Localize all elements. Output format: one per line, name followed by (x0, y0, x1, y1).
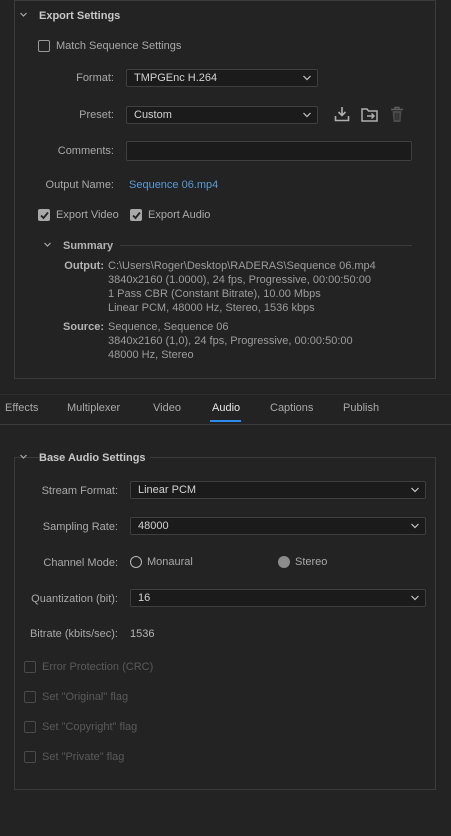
sampling-rate-label: Sampling Rate: (42, 521, 118, 533)
error-protection-label: Error Protection (CRC) (42, 661, 154, 673)
import-preset-icon[interactable] (361, 106, 379, 122)
summary-output-line: Linear PCM, 48000 Hz, Stereo, 1536 kbps (108, 302, 315, 314)
copyright-flag-label: Set "Copyright" flag (42, 721, 138, 733)
sampling-rate-select[interactable]: 48000 (130, 517, 426, 535)
base-audio-settings-title: Base Audio Settings (39, 452, 150, 464)
export-video-checkbox[interactable] (38, 209, 50, 221)
summary-output-key: Output: (64, 260, 104, 272)
base-audio-settings-panel (14, 457, 436, 790)
private-flag-label: Set "Private" flag (42, 751, 125, 763)
copyright-flag-checkbox[interactable] (24, 721, 36, 733)
summary-source-line: 3840x2160 (1,0), 24 fps, Progressive, 00… (108, 335, 353, 347)
match-sequence-checkbox[interactable] (38, 40, 50, 52)
chevron-down-icon (303, 112, 311, 118)
summary-source-line: 48000 Hz, Stereo (108, 349, 194, 361)
summary-divider (120, 245, 412, 246)
summary-output-line: C:\Users\Roger\Desktop\RADERAS\Sequence … (108, 260, 376, 272)
chevron-down-icon (411, 487, 419, 493)
summary-output-line: 1 Pass CBR (Constant Bitrate), 10.00 Mbp… (108, 288, 321, 300)
format-select[interactable]: TMPGEnc H.264 (126, 69, 318, 87)
tab-effects[interactable]: Effects (5, 402, 38, 414)
original-flag-checkbox[interactable] (24, 691, 36, 703)
chevron-down-icon (411, 523, 419, 529)
chevron-down-icon[interactable] (20, 453, 27, 460)
private-flag-checkbox[interactable] (24, 751, 36, 763)
match-sequence-label: Match Sequence Settings (56, 40, 182, 52)
comments-input[interactable] (126, 141, 412, 161)
export-settings-title: Export Settings (39, 10, 121, 22)
tab-multiplexer[interactable]: Multiplexer (67, 402, 120, 414)
quantization-select[interactable]: 16 (130, 589, 426, 607)
error-protection-checkbox[interactable] (24, 661, 36, 673)
summary-title: Summary (63, 240, 114, 252)
active-tab-underline (210, 420, 241, 422)
chevron-down-icon[interactable] (44, 241, 51, 248)
quantization-value: 16 (138, 592, 151, 604)
chevron-down-icon (411, 595, 419, 601)
stream-format-select[interactable]: Linear PCM (130, 481, 426, 499)
bitrate-value: 1536 (130, 628, 155, 640)
preset-select[interactable]: Custom (126, 106, 318, 124)
tab-audio[interactable]: Audio (212, 402, 240, 414)
stream-format-label: Stream Format: (41, 485, 118, 497)
monaural-radio[interactable] (130, 556, 142, 568)
format-label: Format: (76, 72, 114, 84)
format-value: TMPGEnc H.264 (134, 72, 218, 84)
export-audio-checkbox[interactable] (130, 209, 142, 221)
quantization-label: Quantization (bit): (31, 593, 118, 605)
sampling-rate-value: 48000 (138, 520, 169, 532)
stream-format-value: Linear PCM (138, 484, 197, 496)
stereo-label: Stereo (295, 556, 328, 568)
output-name-label: Output Name: (45, 179, 114, 191)
channel-mode-label: Channel Mode: (43, 557, 118, 569)
tab-video[interactable]: Video (153, 402, 181, 414)
comments-label: Comments: (57, 145, 114, 157)
preset-label: Preset: (79, 109, 114, 121)
tab-publish[interactable]: Publish (343, 402, 379, 414)
stereo-radio[interactable] (278, 556, 290, 568)
summary-output-line: 3840x2160 (1.0000), 24 fps, Progressive,… (108, 274, 371, 286)
export-video-label: Export Video (56, 209, 119, 221)
summary-source-line: Sequence, Sequence 06 (108, 321, 229, 333)
chevron-down-icon (303, 75, 311, 81)
chevron-down-icon[interactable] (20, 11, 27, 18)
output-name-link[interactable]: Sequence 06.mp4 (129, 179, 218, 191)
save-preset-icon[interactable] (334, 106, 350, 122)
original-flag-label: Set "Original" flag (42, 691, 129, 703)
bitrate-label: Bitrate (kbits/sec): (29, 628, 118, 640)
preset-value: Custom (134, 109, 172, 121)
summary-source-key: Source: (63, 321, 104, 333)
export-audio-label: Export Audio (148, 209, 211, 221)
tab-captions[interactable]: Captions (270, 402, 313, 414)
monaural-label: Monaural (147, 556, 193, 568)
delete-preset-icon[interactable] (389, 106, 405, 123)
